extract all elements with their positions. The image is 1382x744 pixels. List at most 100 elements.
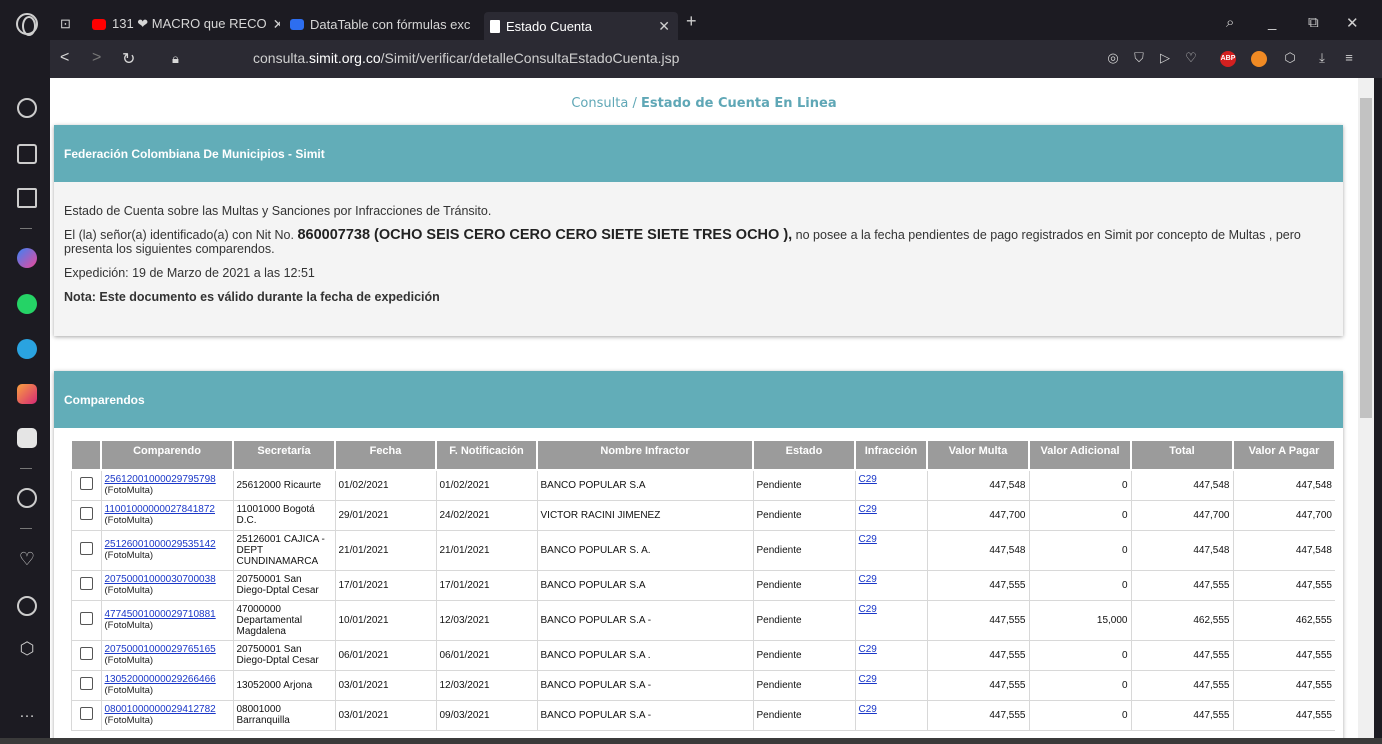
history-icon[interactable]	[17, 596, 37, 616]
adblock-icon[interactable]: ABP	[1220, 51, 1236, 67]
tab-datatable[interactable]: DataTable con fórmulas exc ✕	[290, 12, 478, 36]
row-checkbox[interactable]	[79, 542, 93, 555]
scrollbar-thumb[interactable]	[1360, 98, 1372, 418]
comparendo-link[interactable]: 11001000000027841872	[105, 504, 216, 515]
comparendo-link[interactable]: 25612001000029795798	[105, 474, 216, 485]
opera-logo-icon[interactable]	[16, 13, 38, 36]
infraccion-link[interactable]: C29	[859, 504, 877, 515]
more-icon[interactable]: …	[17, 705, 37, 726]
header-valor-adicional: Valor Adicional	[1028, 439, 1132, 471]
estado-cell: Pendiente	[752, 640, 855, 671]
valor-pagar-cell: 447,555	[1232, 670, 1335, 701]
infraccion-link[interactable]: C29	[859, 704, 877, 715]
heart-icon[interactable]: ♡	[1184, 51, 1198, 65]
secretaria-cell: 11001000 Bogotá D.C.	[232, 500, 335, 531]
close-icon[interactable]: ✕	[267, 16, 280, 33]
gamepad-icon[interactable]: ⊡	[60, 12, 84, 36]
comparendo-link[interactable]: 25126001000029535142	[105, 539, 216, 550]
close-icon[interactable]: ✕	[652, 18, 670, 35]
infraccion-cell: C29	[854, 530, 927, 571]
tab-label: DataTable con fórmulas exc	[310, 16, 471, 32]
url-field[interactable]: consulta.simit.org.co/Simit/verificar/de…	[253, 50, 679, 66]
comparendo-link[interactable]: 08001000000029412782	[105, 704, 216, 715]
summary-line: Estado de Cuenta sobre las Multas y Sanc…	[64, 204, 492, 218]
settings-icon[interactable]: ≡	[1342, 51, 1356, 65]
infraccion-link[interactable]: C29	[859, 534, 877, 545]
reload-button[interactable]: ↻	[122, 49, 135, 69]
player-icon[interactable]	[17, 488, 37, 508]
download-icon[interactable]: ⤓	[1315, 51, 1329, 65]
comparendo-type: (FotoMulta)	[104, 550, 154, 561]
valor-multa-cell: 447,555	[926, 700, 1029, 731]
row-checkbox[interactable]	[79, 577, 93, 590]
document-icon	[490, 19, 500, 33]
messenger-icon[interactable]	[17, 248, 37, 268]
uipath-icon	[290, 18, 304, 30]
telegram-icon[interactable]	[17, 339, 37, 359]
row-checkbox[interactable]	[79, 612, 93, 625]
nombre-cell: BANCO POPULAR S.A -	[536, 670, 753, 701]
valor-adicional-cell: 0	[1028, 570, 1131, 601]
search-tabs-icon[interactable]: ⌕	[1226, 14, 1234, 31]
whatsapp-icon[interactable]	[17, 294, 37, 314]
cube-icon[interactable]: ⬡	[1283, 51, 1297, 65]
secretaria-cell: 20750001 San Diego-Dptal Cesar	[232, 570, 335, 601]
notificacion-cell: 21/01/2021	[435, 530, 537, 571]
row-checkbox[interactable]	[79, 477, 93, 491]
scrollbar[interactable]	[1358, 78, 1374, 738]
camera-icon[interactable]: ◎	[1106, 51, 1120, 65]
instagram-icon[interactable]	[17, 384, 37, 404]
shield-icon[interactable]: ⛉	[1132, 51, 1146, 65]
new-tab-button[interactable]: +	[686, 11, 697, 32]
extension-icon[interactable]	[1251, 51, 1267, 67]
nombre-cell: BANCO POPULAR S.A -	[536, 600, 753, 641]
heart-icon[interactable]: ♡	[17, 550, 37, 570]
valor-multa-cell: 447,555	[926, 600, 1029, 641]
row-checkbox[interactable]	[79, 507, 93, 520]
table-row: 25126001000029535142 (FotoMulta) 25126001 …	[70, 530, 1335, 571]
row-checkbox[interactable]	[79, 677, 93, 690]
nombre-cell: VICTOR RACINI JIMENEZ	[536, 500, 753, 531]
infraccion-link[interactable]: C29	[859, 574, 877, 585]
infraccion-link[interactable]: C29	[859, 674, 877, 685]
row-checkbox[interactable]	[79, 707, 93, 720]
shopping-icon[interactable]	[17, 144, 37, 164]
comparendo-link[interactable]: 13052000000029266466	[105, 674, 216, 685]
estado-cell: Pendiente	[752, 470, 855, 501]
minimize-button[interactable]: _	[1268, 14, 1276, 31]
comparendo-type: (FotoMulta)	[104, 715, 154, 726]
maximize-button[interactable]: ⧉	[1308, 14, 1319, 31]
back-button[interactable]: <	[60, 49, 69, 67]
tab-estado-cuenta[interactable]: Estado Cuenta ✕	[484, 12, 678, 40]
comparendo-link[interactable]: 20750001000030700038	[105, 574, 216, 585]
estado-cell: Pendiente	[752, 700, 855, 731]
close-window-button[interactable]: ✕	[1346, 14, 1359, 32]
valor-multa-cell: 447,555	[926, 570, 1029, 601]
panel-header: Comparendos	[54, 371, 1343, 428]
url-prefix: consulta.	[253, 50, 310, 66]
row-checkbox[interactable]	[79, 647, 93, 660]
forward-button[interactable]: >	[92, 49, 101, 67]
discord-icon[interactable]	[17, 428, 37, 448]
fecha-cell: 17/01/2021	[334, 570, 436, 601]
lock-icon[interactable]: 🔒︎	[172, 51, 179, 67]
valor-multa-cell: 447,548	[926, 530, 1029, 571]
infraccion-link[interactable]: C29	[859, 604, 877, 615]
close-icon[interactable]: ✕	[470, 16, 478, 33]
table-row: 25612001000029795798 (FotoMulta) 25612000 …	[70, 470, 1335, 501]
tab-youtube[interactable]: 131 ❤ MACRO que RECO ✕	[92, 12, 280, 36]
total-cell: 462,555	[1130, 600, 1233, 641]
comparendo-link[interactable]: 20750001000029765165	[105, 644, 216, 655]
comparendo-link[interactable]: 47745001000029710881	[105, 609, 216, 620]
total-cell: 447,548	[1130, 470, 1233, 501]
infraccion-link[interactable]: C29	[859, 474, 877, 485]
send-icon[interactable]: ▷	[1158, 51, 1172, 65]
infraccion-link[interactable]: C29	[859, 644, 877, 655]
valor-multa-cell: 447,700	[926, 500, 1029, 531]
twitch-icon[interactable]	[17, 188, 37, 208]
fecha-cell: 29/01/2021	[334, 500, 436, 531]
cube-icon[interactable]: ⬡	[17, 640, 37, 660]
estado-cell: Pendiente	[752, 530, 855, 571]
speed-dial-icon[interactable]	[17, 98, 37, 118]
breadcrumb-consulta[interactable]: Consulta /	[571, 96, 641, 111]
